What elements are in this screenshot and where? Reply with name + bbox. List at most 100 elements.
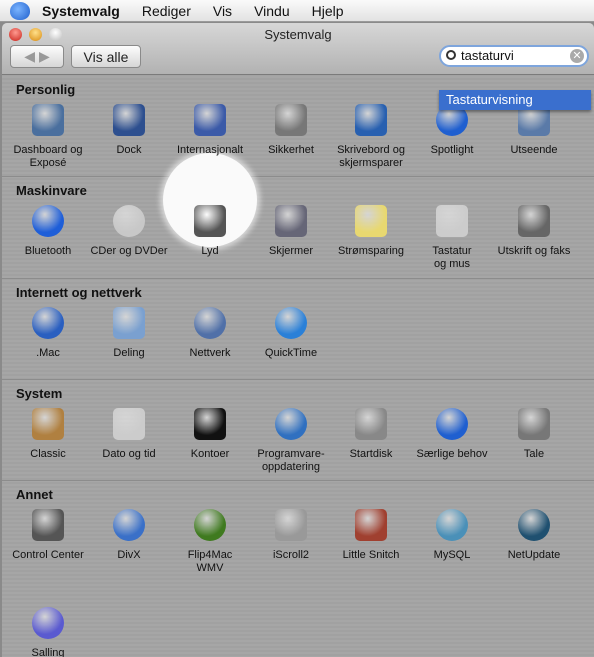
system-preferences-window: Systemvalg ◀ ▶ Vis alle tastaturvi ✕ Tas…	[2, 23, 594, 657]
pref-pane-lyd[interactable]: Lyd	[170, 205, 250, 258]
pref-pane-quicktime[interactable]: QuickTime	[251, 307, 331, 360]
section-title: Maskinvare	[16, 183, 87, 198]
show-all-button[interactable]: Vis alle	[71, 45, 141, 68]
lightbulb-icon	[355, 205, 387, 237]
pref-pane-label: Startdisk	[349, 448, 393, 460]
pref-pane-label: Sikkerhet	[268, 144, 314, 156]
iscroll-icon	[275, 509, 307, 541]
mysql-icon	[436, 509, 468, 541]
pref-pane-label: Kontoer	[190, 448, 230, 460]
pref-pane-strømsparing[interactable]: Strømsparing	[331, 205, 411, 258]
pref-pane-nettverk[interactable]: Nettverk	[170, 307, 250, 360]
pref-pane-bluetooth[interactable]: Bluetooth	[8, 205, 88, 258]
desktop-icon	[355, 104, 387, 136]
menu-hjelp[interactable]: Hjelp	[312, 3, 344, 19]
pref-pane-label: Nettverk	[189, 347, 231, 359]
pref-pane-control-center[interactable]: Control Center	[8, 509, 88, 562]
menu-vis[interactable]: Vis	[213, 3, 232, 19]
pref-pane-label: Dock	[116, 144, 142, 156]
pref-pane-skjermer[interactable]: Skjermer	[251, 205, 331, 258]
pref-pane-little-snitch[interactable]: Little Snitch	[331, 509, 411, 562]
pref-pane-label: Særlige behov	[416, 448, 488, 460]
pref-pane-label: Dato og tid	[102, 448, 156, 460]
network-globe-icon	[194, 307, 226, 339]
search-value: tastaturvi	[461, 48, 514, 63]
pref-pane-classic[interactable]: Classic	[8, 408, 88, 461]
accessibility-icon	[436, 408, 468, 440]
pref-pane-label: Internasjonalt	[176, 144, 244, 156]
pref-pane-label: Dashboard og Exposé	[13, 144, 83, 169]
wmv-icon	[194, 509, 226, 541]
pref-pane-dock[interactable]: Dock	[89, 104, 169, 157]
section-title: Personlig	[16, 82, 76, 97]
section-title: Internett og nettverk	[16, 285, 142, 300]
pref-pane-label: Salling Clicker	[31, 647, 65, 657]
disk-icon	[355, 408, 387, 440]
menu-bar: Systemvalg Rediger Vis Vindu Hjelp	[0, 0, 594, 22]
pref-pane-dashboard-og-expos[interactable]: Dashboard og Exposé	[8, 104, 88, 170]
divx-icon	[113, 509, 145, 541]
pref-pane-programvare-oppdatering[interactable]: Programvare- oppdatering	[251, 408, 331, 474]
netupdate-icon	[518, 509, 550, 541]
section-title: System	[16, 386, 63, 401]
pref-pane-cder-og-dvder[interactable]: CDer og DVDer	[89, 205, 169, 258]
dock-icon	[113, 104, 145, 136]
pref-pane-deling[interactable]: Deling	[89, 307, 169, 360]
pref-pane-label: Spotlight	[430, 144, 474, 156]
pref-pane-netupdate[interactable]: NetUpdate	[494, 509, 574, 562]
pref-pane-label: MySQL	[433, 549, 471, 561]
pref-pane-label: CDer og DVDer	[90, 245, 168, 257]
pref-pane-label: Strømsparing	[337, 245, 405, 257]
section-annet: Annet Control Center DivX Flip4Mac WMV iScro…	[2, 481, 594, 657]
pref-pane-divx[interactable]: DivX	[89, 509, 169, 562]
dashboard-icon	[32, 104, 64, 136]
pref-pane-skrivebord-og-skjermsparer[interactable]: Skrivebord og skjermsparer	[331, 104, 411, 170]
logitech-icon	[32, 509, 64, 541]
pref-pane-label: Classic	[30, 448, 66, 460]
search-suggestion[interactable]: Tastaturvisning	[439, 90, 591, 110]
pref-pane-startdisk[interactable]: Startdisk	[331, 408, 411, 461]
pref-pane-label: .Mac	[36, 347, 60, 359]
software-update-icon	[275, 408, 307, 440]
search-field[interactable]: tastaturvi ✕	[439, 45, 589, 67]
pref-pane-dato-og-tid[interactable]: Dato og tid	[89, 408, 169, 461]
back-forward-buttons[interactable]: ◀ ▶	[10, 45, 64, 68]
menu-rediger[interactable]: Rediger	[142, 3, 191, 19]
pref-pane-label: Lyd	[201, 245, 219, 257]
pref-pane-label: DivX	[117, 549, 141, 561]
section-maskinvare: Maskinvare Bluetooth CDer og DVDer Lyd Skjer…	[2, 177, 594, 279]
quicktime-icon	[275, 307, 307, 339]
section-internett-og-nettverk: Internett og nettverk .Mac Deling Nettverk Q…	[2, 279, 594, 380]
pref-pane-utseende[interactable]: Utseende	[494, 104, 574, 157]
pref-pane-mysql[interactable]: MySQL	[412, 509, 492, 562]
pref-pane-label: Skjermer	[268, 245, 313, 257]
pref-pane-internasjonalt[interactable]: Internasjonalt	[170, 104, 250, 157]
apple-menu-icon[interactable]	[10, 1, 30, 20]
pref-pane-særlige-behov[interactable]: Særlige behov	[412, 408, 492, 461]
pref-pane-spotlight[interactable]: Spotlight	[412, 104, 492, 157]
little-snitch-icon	[355, 509, 387, 541]
pref-pane-tale[interactable]: Tale	[494, 408, 574, 461]
title-bar: Systemvalg ◀ ▶ Vis alle tastaturvi ✕	[2, 23, 594, 75]
house-safe-icon	[275, 104, 307, 136]
pref-pane-kontoer[interactable]: Kontoer	[170, 408, 250, 461]
pref-pane-label: Little Snitch	[342, 549, 400, 561]
pref-pane-label: Flip4Mac WMV	[187, 549, 233, 574]
pref-pane-sikkerhet[interactable]: Sikkerhet	[251, 104, 331, 157]
pref-pane-label: Utseende	[510, 144, 558, 156]
pref-pane-tastatur-og-mus[interactable]: Tastatur og mus	[412, 205, 492, 271]
pref-pane-label: QuickTime	[264, 347, 318, 359]
printer-icon	[518, 205, 550, 237]
pref-pane-salling-clicker[interactable]: Salling Clicker	[8, 607, 88, 657]
pref-pane-flip4mac-wmv[interactable]: Flip4Mac WMV	[170, 509, 250, 575]
menu-vindu[interactable]: Vindu	[254, 3, 290, 19]
pref-pane-label: Programvare- oppdatering	[257, 448, 325, 473]
display-icon	[275, 205, 307, 237]
pref-pane-mac[interactable]: .Mac	[8, 307, 88, 360]
pref-pane-utskrift-og-faks[interactable]: Utskrift og faks	[494, 205, 574, 258]
pref-pane-iscroll2[interactable]: iScroll2	[251, 509, 331, 562]
flag-icon	[194, 104, 226, 136]
menu-app[interactable]: Systemvalg	[42, 3, 120, 19]
clear-search-icon[interactable]: ✕	[570, 49, 584, 63]
bluetooth-icon	[32, 205, 64, 237]
